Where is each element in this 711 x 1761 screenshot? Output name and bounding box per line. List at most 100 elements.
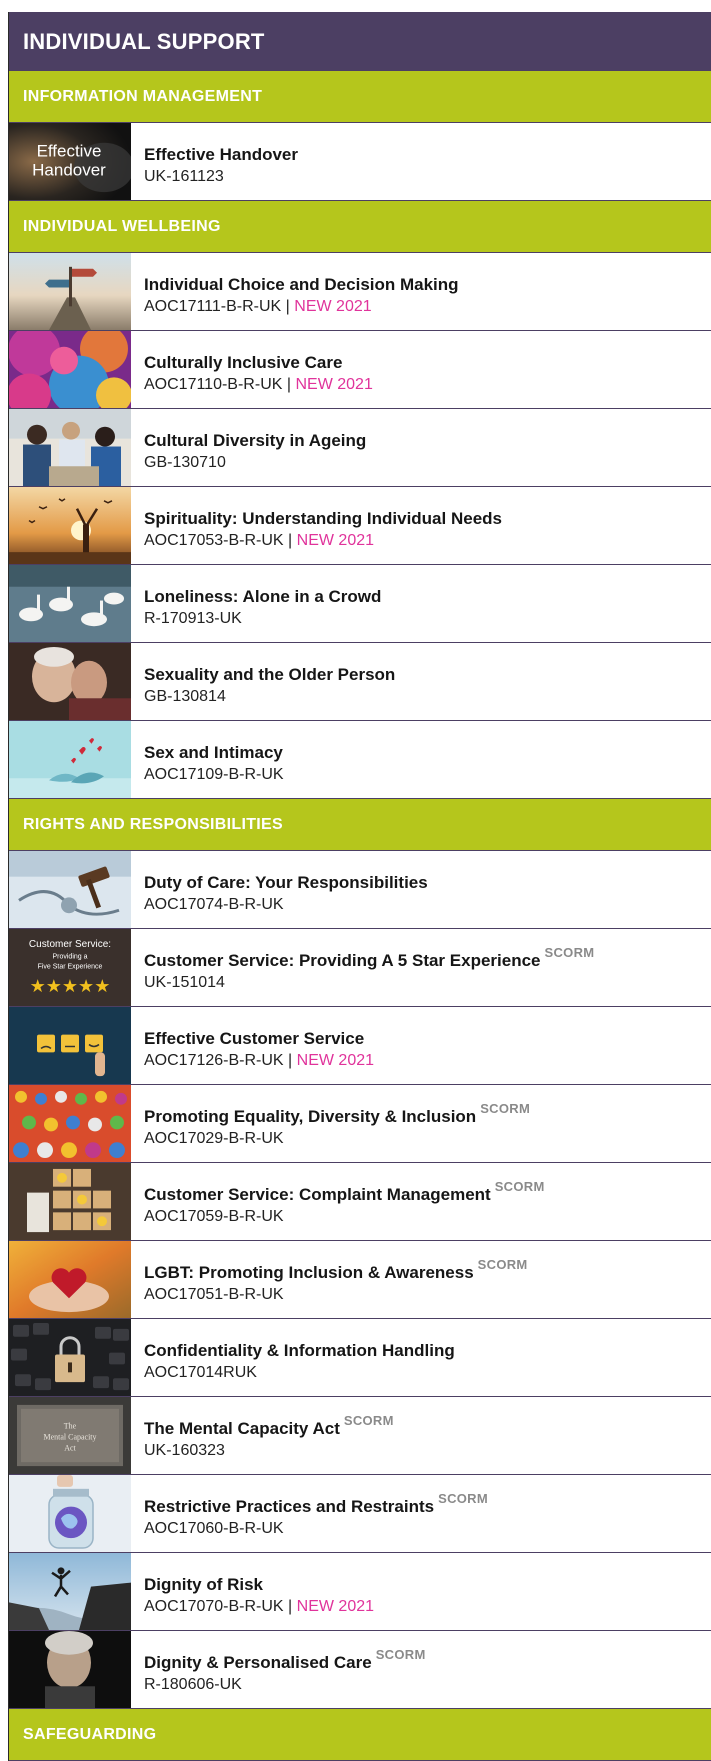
course-code: AOC17051-B-R-UK bbox=[144, 1285, 284, 1303]
birds-hearts-thumbnail bbox=[9, 721, 131, 798]
catalog-title: INDIVIDUAL SUPPORT bbox=[9, 12, 711, 71]
code-separator: | bbox=[281, 297, 295, 315]
sunset-silhouette-thumbnail bbox=[9, 487, 131, 564]
scorm-tag: SCORM bbox=[477, 1256, 528, 1272]
new-badge: NEW 2021 bbox=[295, 375, 373, 393]
course-row[interactable]: Culturally Inclusive Care AOC17110-B-R-U… bbox=[9, 331, 711, 409]
course-code: UK-161123 bbox=[144, 167, 224, 185]
code-separator: | bbox=[283, 531, 297, 549]
new-badge: NEW 2021 bbox=[296, 531, 375, 549]
signpost-thumbnail bbox=[9, 253, 131, 330]
course-row[interactable]: Loneliness: Alone in a Crowd R-170913-UK bbox=[9, 565, 711, 643]
course-code: AOC17109-B-R-UK bbox=[144, 765, 284, 783]
effective-handover-thumbnail: Effective Handover bbox=[9, 123, 131, 200]
course-title: Sex and Intimacy bbox=[144, 742, 283, 762]
course-code: AOC17014RUK bbox=[144, 1363, 257, 1381]
stone-plaque-thumbnail: The Mental Capacity Act bbox=[9, 1397, 131, 1474]
section-header-individual-wellbeing: INDIVIDUAL WELLBEING bbox=[9, 201, 711, 253]
course-row[interactable]: Cultural Diversity in Ageing GB-130710 bbox=[9, 409, 711, 487]
course-code: AOC17074-B-R-UK bbox=[144, 895, 284, 913]
course-catalog: INDIVIDUAL SUPPORT INFORMATION MANAGEMEN… bbox=[8, 12, 711, 1761]
course-row[interactable]: Confidentiality & Information Handling A… bbox=[9, 1319, 711, 1397]
thumb-text-1: Customer Service: bbox=[29, 939, 111, 950]
course-code: R-180606-UK bbox=[144, 1675, 242, 1693]
thumb-text-2: Providing a bbox=[53, 954, 88, 961]
course-row[interactable]: Customer Service: Providing a Five Star … bbox=[9, 929, 711, 1007]
course-title: Dignity & Personalised Care bbox=[144, 1652, 372, 1672]
care-group-photo-thumbnail bbox=[9, 409, 131, 486]
new-badge: NEW 2021 bbox=[296, 1051, 375, 1069]
thumb-text-1: The bbox=[64, 1422, 77, 1431]
new-badge: NEW 2021 bbox=[296, 1597, 375, 1615]
course-title: Loneliness: Alone in a Crowd bbox=[144, 586, 382, 606]
course-code: R-170913-UK bbox=[144, 609, 242, 627]
course-code: AOC17059-B-R-UK bbox=[144, 1207, 284, 1225]
course-title: Duty of Care: Your Responsibilities bbox=[144, 872, 428, 892]
course-code: AOC17053-B-R-UK bbox=[144, 531, 284, 549]
older-couple-thumbnail bbox=[9, 643, 131, 720]
course-code: UK-151014 bbox=[144, 973, 225, 991]
hands-red-heart-thumbnail bbox=[9, 1241, 131, 1318]
course-row[interactable]: Dignity & Personalised Care SCORM R-18060… bbox=[9, 1631, 711, 1709]
course-code: GB-130710 bbox=[144, 453, 226, 471]
course-title: Culturally Inclusive Care bbox=[144, 352, 343, 372]
course-row[interactable]: Dignity of Risk AOC17070-B-R-UK | NEW 20… bbox=[9, 1553, 711, 1631]
course-code: AOC17060-B-R-UK bbox=[144, 1519, 284, 1537]
colorful-figures-thumbnail bbox=[9, 1085, 131, 1162]
course-row[interactable]: Sexuality and the Older Person GB-130814 bbox=[9, 643, 711, 721]
course-row[interactable]: Effective Customer Service AOC17126-B-R-… bbox=[9, 1007, 711, 1085]
scorm-tag: SCORM bbox=[375, 1646, 426, 1662]
course-row[interactable]: Effective Handover Effective Handover UK… bbox=[9, 123, 711, 201]
course-row[interactable]: Sex and Intimacy AOC17109-B-R-UK bbox=[9, 721, 711, 799]
scorm-tag: SCORM bbox=[438, 1490, 488, 1506]
section-header-rights-and-responsibilities: RIGHTS AND RESPONSIBILITIES bbox=[9, 799, 711, 851]
course-row[interactable]: Duty of Care: Your Responsibilities AOC1… bbox=[9, 851, 711, 929]
thumb-text-2: Handover bbox=[32, 160, 106, 179]
cliff-jump-thumbnail bbox=[9, 1553, 131, 1630]
keyboard-padlock-thumbnail bbox=[9, 1319, 131, 1396]
course-row[interactable]: Spirituality: Understanding Individual N… bbox=[9, 487, 711, 565]
thumb-text-3: Five Star Experience bbox=[38, 964, 103, 971]
star-rating-icon: ★★★★★ bbox=[30, 976, 111, 997]
course-title: Confidentiality & Information Handling bbox=[144, 1340, 455, 1360]
thumb-text-3: Act bbox=[64, 1443, 76, 1452]
course-title: Effective Handover bbox=[144, 144, 298, 164]
course-title: Customer Service: Complaint Management bbox=[144, 1184, 491, 1204]
new-badge: NEW 2021 bbox=[294, 297, 372, 315]
course-title: Customer Service: Providing A 5 Star Exp… bbox=[144, 950, 541, 970]
section-header-safeguarding: SAFEGUARDING bbox=[9, 1709, 711, 1761]
course-code: UK-160323 bbox=[144, 1441, 225, 1459]
course-title: Restrictive Practices and Restraints bbox=[144, 1496, 435, 1516]
course-title: Spirituality: Understanding Individual N… bbox=[144, 508, 502, 528]
gavel-stethoscope-thumbnail bbox=[9, 851, 131, 928]
course-row[interactable]: LGBT: Promoting Inclusion & Awareness SCO… bbox=[9, 1241, 711, 1319]
course-row[interactable]: Promoting Equality, Diversity & Inclusio… bbox=[9, 1085, 711, 1163]
course-title: LGBT: Promoting Inclusion & Awareness bbox=[144, 1262, 474, 1282]
course-code: GB-130814 bbox=[144, 687, 226, 705]
course-code: AOC17029-B-R-UK bbox=[144, 1129, 284, 1147]
course-title: Promoting Equality, Diversity & Inclusio… bbox=[144, 1106, 477, 1126]
course-row[interactable]: Individual Choice and Decision Making AO… bbox=[9, 253, 711, 331]
globe-in-jar-thumbnail bbox=[9, 1475, 131, 1552]
code-separator: | bbox=[282, 375, 296, 393]
course-title: Cultural Diversity in Ageing bbox=[144, 430, 367, 450]
course-title: The Mental Capacity Act bbox=[144, 1418, 340, 1438]
course-title: Individual Choice and Decision Making bbox=[144, 274, 459, 294]
course-row[interactable]: The Mental Capacity Act The Mental Capac… bbox=[9, 1397, 711, 1475]
course-title: Sexuality and the Older Person bbox=[144, 664, 396, 684]
course-code: AOC17110-B-R-UK bbox=[144, 375, 283, 393]
thumb-text-2: Mental Capacity bbox=[43, 1432, 96, 1441]
scorm-tag: SCORM bbox=[343, 1412, 394, 1428]
code-separator: | bbox=[283, 1051, 297, 1069]
swans-thumbnail bbox=[9, 565, 131, 642]
course-code: AOC17126-B-R-UK bbox=[144, 1051, 284, 1069]
smiley-feedback-thumbnail bbox=[9, 1007, 131, 1084]
five-stars-thumbnail: Customer Service: Providing a Five Star … bbox=[9, 929, 131, 1006]
course-code: AOC17070-B-R-UK bbox=[144, 1597, 284, 1615]
course-row[interactable]: Restrictive Practices and Restraints SCOR… bbox=[9, 1475, 711, 1553]
course-row[interactable]: Customer Service: Complaint Management SC… bbox=[9, 1163, 711, 1241]
scorm-tag: SCORM bbox=[494, 1178, 545, 1194]
thumb-text-1: Effective bbox=[37, 142, 102, 161]
code-separator: | bbox=[283, 1597, 297, 1615]
course-title: Effective Customer Service bbox=[144, 1028, 365, 1048]
